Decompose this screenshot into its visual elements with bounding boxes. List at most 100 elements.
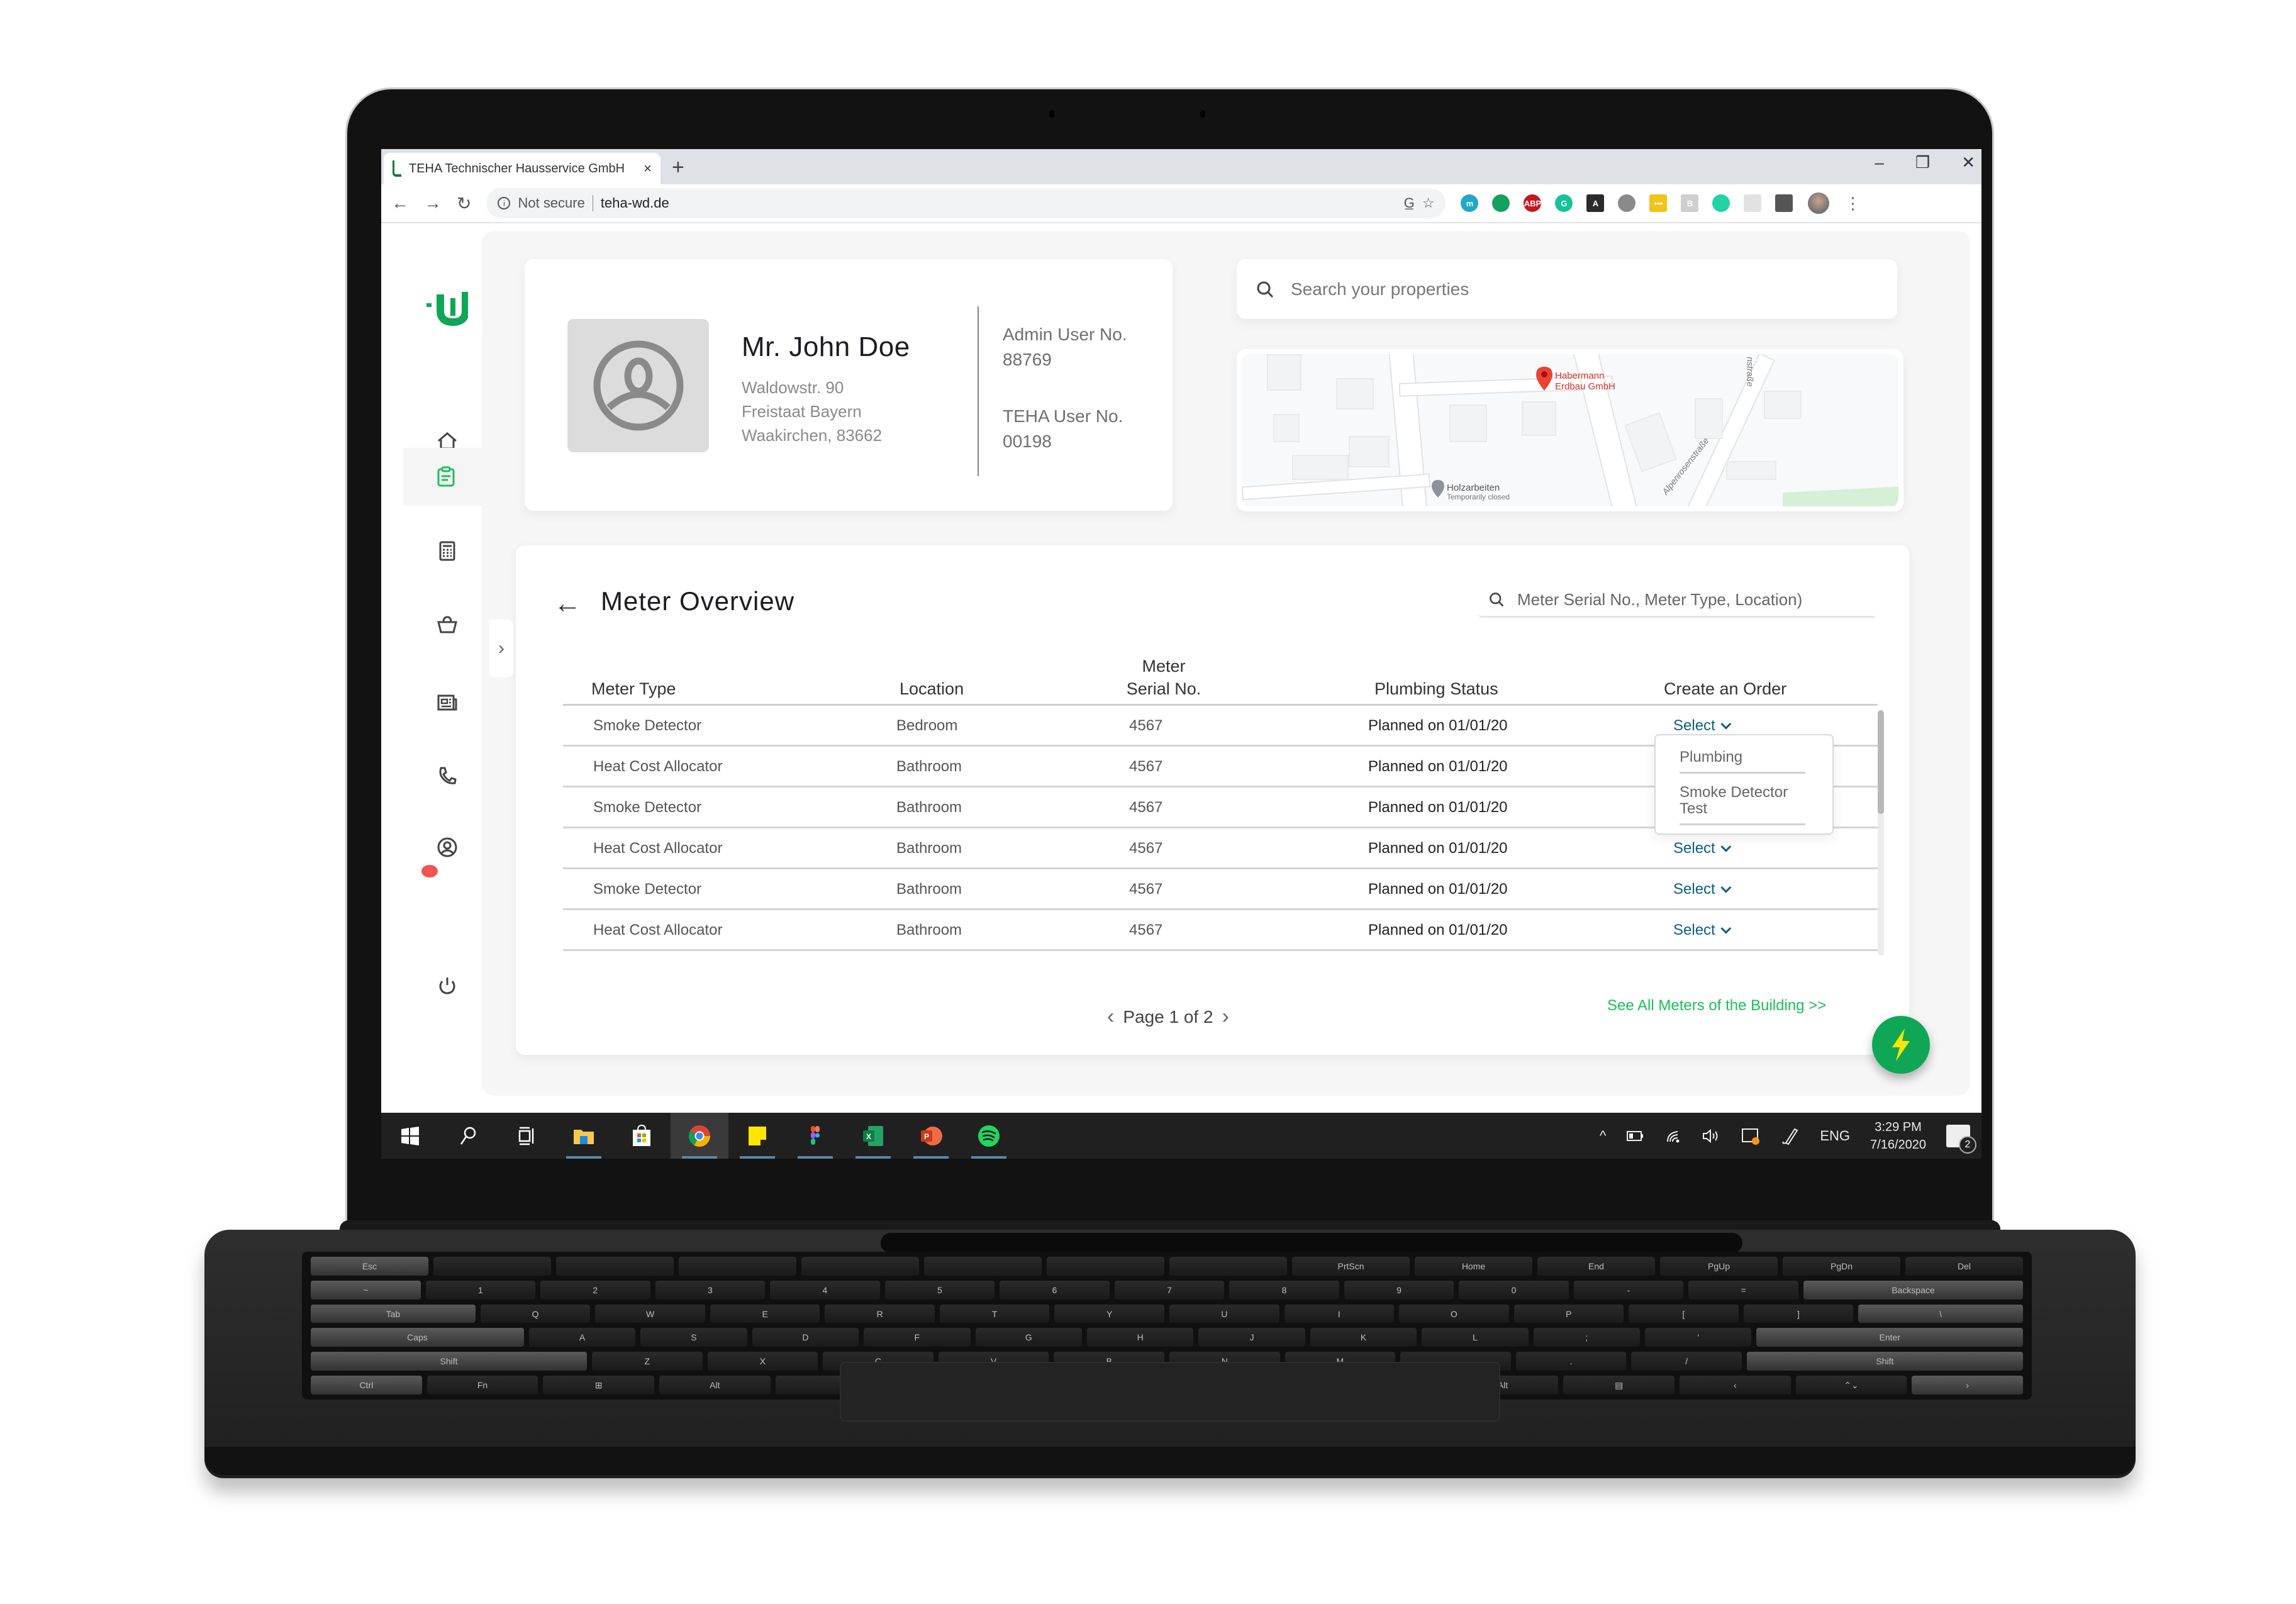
next-page-button[interactable]: › (1222, 1005, 1229, 1029)
map-building (1267, 354, 1301, 391)
profile-divider (978, 306, 979, 476)
clock[interactable]: 3:29 PM 7/16/2020 (1870, 1118, 1926, 1154)
location-cell: Bathroom (896, 799, 962, 816)
browser-extension-icon[interactable]: m (1461, 194, 1479, 212)
poi-label[interactable]: Holzarbeiten Temporarily closed (1447, 483, 1510, 502)
map-pin-label[interactable]: Habermann Erdbau GmbH (1555, 370, 1615, 392)
reload-button[interactable]: ↻ (457, 193, 471, 214)
meter-search-placeholder: Meter Serial No., Meter Type, Location) (1517, 589, 1803, 609)
logout-button[interactable] (403, 956, 491, 1014)
power-icon (439, 977, 455, 994)
volume-icon[interactable] (1702, 1128, 1720, 1144)
search-icon (1257, 281, 1274, 298)
meter-table-row: Smoke Detector Bathroom 4567 Planned on 01/… (563, 869, 1878, 910)
tray-overflow-chevron-icon[interactable]: ^ (1600, 1128, 1606, 1144)
task-view-button[interactable] (497, 1113, 555, 1159)
dropdown-option-plumbing[interactable]: Plumbing (1680, 749, 1805, 774)
profile-avatar-placeholder (567, 319, 709, 452)
browser-extension-icon[interactable] (1618, 194, 1636, 212)
taskbar-search-button[interactable] (439, 1113, 497, 1159)
sidebar-item-shop[interactable] (403, 596, 491, 654)
address-line: Waldowstr. 90 (742, 378, 844, 397)
language-indicator[interactable]: ENG (1820, 1128, 1850, 1144)
prev-page-button[interactable]: ‹ (1107, 1005, 1114, 1029)
browser-extension-icon[interactable] (1712, 194, 1730, 212)
poi-marker-icon[interactable] (1432, 480, 1444, 498)
meter-table-row: Heat Cost Allocator Bathroom 4567 Planned o… (563, 910, 1878, 951)
info-icon[interactable]: i (498, 197, 511, 209)
browser-extension-icon[interactable]: G (1555, 194, 1573, 212)
browser-extension-icon[interactable]: ABP (1524, 194, 1542, 212)
browser-extension-icon[interactable] (1492, 194, 1510, 212)
create-order-select[interactable]: Select (1673, 922, 1732, 939)
tab-title: TEHA Technischer Hausservice GmbH (409, 161, 625, 175)
browser-extension-icon[interactable] (1744, 194, 1762, 212)
taskbar-chrome[interactable] (671, 1113, 728, 1159)
translate-icon[interactable]: G̲ (1404, 195, 1415, 211)
dropdown-option-smoke-detector-test[interactable]: Smoke Detector Test (1680, 784, 1805, 825)
browser-extension-icon[interactable]: B (1681, 194, 1699, 212)
taskbar-spotify[interactable] (960, 1113, 1018, 1159)
browser-extension-icon[interactable] (1775, 194, 1793, 212)
map-pin-icon[interactable] (1536, 367, 1552, 391)
map-view[interactable]: Habermann Erdbau GmbH Holzarbeiten Tempo… (1242, 354, 1898, 506)
new-tab-button[interactable]: + (672, 155, 684, 180)
quick-action-button[interactable] (1872, 1016, 1930, 1074)
map-card[interactable]: Habermann Erdbau GmbH Holzarbeiten Tempo… (1237, 349, 1903, 511)
security-label[interactable]: Not secure (518, 195, 584, 211)
sidebar-item-account[interactable] (403, 818, 491, 876)
minimize-button[interactable]: – (1875, 153, 1883, 172)
address-bar[interactable]: i Not secure teha-wd.de G̲ ☆ (486, 188, 1446, 218)
table-scrollbar-thumb[interactable] (1878, 710, 1884, 814)
browser-extension-icon[interactable]: A (1586, 194, 1605, 212)
tab-close-icon[interactable]: × (644, 160, 652, 177)
meter-search-input[interactable]: Meter Serial No., Meter Type, Location) (1478, 583, 1875, 618)
map-building (1292, 455, 1349, 480)
taskbar-powerpoint[interactable]: P (902, 1113, 960, 1159)
taskbar-figma[interactable] (786, 1113, 844, 1159)
sidebar-item-phone[interactable] (403, 747, 491, 805)
back-arrow-icon[interactable]: ← (554, 588, 581, 620)
wifi-icon[interactable] (1665, 1128, 1681, 1144)
svg-text:P: P (924, 1132, 929, 1141)
meter-type-cell: Smoke Detector (593, 881, 702, 898)
sidebar-item-news[interactable] (403, 673, 491, 731)
search-icon (460, 1127, 476, 1145)
update-status-icon[interactable] (1741, 1127, 1761, 1145)
taskbar-excel[interactable]: X (844, 1113, 902, 1159)
taskbar-microsoft-store[interactable] (613, 1113, 671, 1159)
battery-icon[interactable] (1626, 1129, 1645, 1143)
restore-button[interactable]: ❐ (1915, 153, 1930, 172)
microsoft-store-icon (633, 1124, 650, 1146)
start-button[interactable] (381, 1113, 439, 1159)
taskbar-sticky-notes[interactable] (728, 1113, 786, 1159)
forward-button[interactable]: → (424, 193, 442, 213)
teha-user-number: 00198 (1003, 432, 1052, 451)
profile-avatar[interactable] (1808, 192, 1830, 214)
property-search-input[interactable]: Search your properties (1237, 259, 1897, 319)
see-all-meters-link[interactable]: See All Meters of the Building >> (1607, 997, 1826, 1015)
sidebar-item-orders[interactable] (403, 448, 491, 506)
poi-name: Holzarbeiten (1447, 482, 1500, 493)
search-icon (1490, 593, 1504, 607)
close-window-button[interactable]: ✕ (1961, 153, 1975, 172)
create-order-select[interactable]: Select (1673, 717, 1732, 735)
create-order-select[interactable]: Select (1673, 881, 1732, 898)
browser-menu-icon[interactable]: ⋮ (1844, 194, 1861, 213)
column-header-location: Location (900, 679, 964, 698)
sidebar-item-calculator[interactable] (403, 522, 491, 580)
location-cell: Bathroom (896, 881, 962, 898)
browser-tab[interactable]: TEHA Technischer Hausservice GmbH × (384, 153, 660, 184)
page-indicator: Page 1 of 2 (1123, 1006, 1213, 1027)
back-button[interactable]: ← (391, 193, 409, 213)
bookmark-star-icon[interactable]: ☆ (1422, 195, 1435, 211)
action-center-button[interactable]: 2 (1946, 1124, 1976, 1154)
pen-workspace-icon[interactable] (1781, 1127, 1800, 1145)
create-order-select[interactable]: Select (1673, 840, 1732, 857)
sidebar-expand-toggle[interactable]: › (489, 620, 513, 677)
plumbing-status-cell: Planned on 01/01/20 (1368, 840, 1508, 857)
taskbar-file-explorer[interactable] (555, 1113, 613, 1159)
url-text[interactable]: teha-wd.de (601, 195, 1396, 211)
browser-extension-icon[interactable]: ••• (1649, 194, 1668, 212)
teha-app: Mr. John Doe Waldowstr. 90 Freistaat Bay… (381, 223, 1981, 1113)
